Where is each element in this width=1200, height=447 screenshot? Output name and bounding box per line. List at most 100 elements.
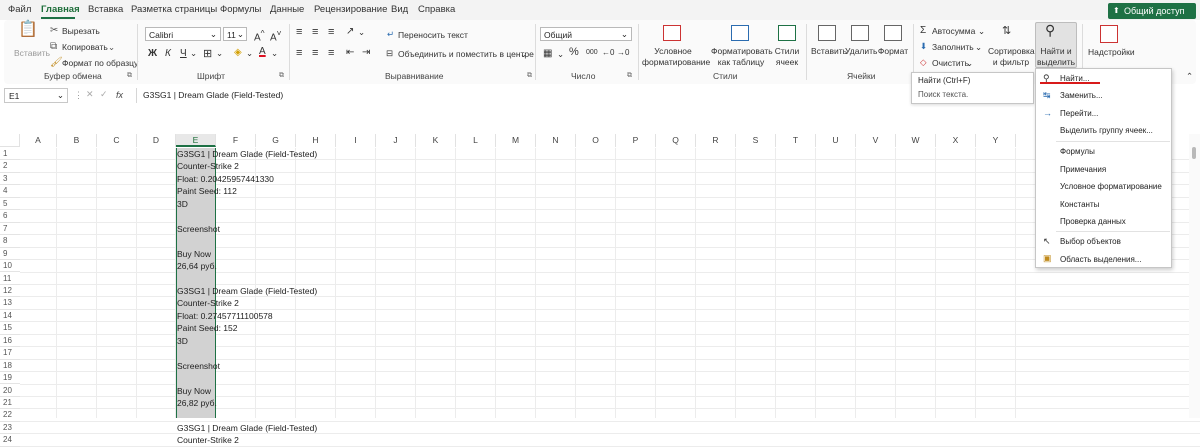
autosum-dropdown-icon[interactable]: ⌄ [978,26,985,37]
cell-e21[interactable]: 26,82 руб. [177,397,217,409]
row-header-11[interactable]: 11 [0,273,20,285]
decrease-indent-icon[interactable]: ⇤ [346,47,354,58]
clear-dropdown-icon[interactable]: ⌄ [966,58,973,69]
row-header-12[interactable]: 12 [0,285,20,298]
format-painter-button[interactable]: Формат по образцу [62,58,138,68]
font-size-select[interactable]: 11 ⌄ [223,27,247,41]
align-left-icon[interactable]: ≡ [296,47,302,59]
column-header-d[interactable]: D [137,134,176,147]
row-header-23[interactable]: 23 [0,422,20,435]
cell-styles-button[interactable]: Стили ячеек [773,46,801,68]
menu-item-cond-format[interactable]: Условное форматирование [1060,182,1162,191]
cell-e12[interactable]: G3SG1 | Dream Glade (Field-Tested) [177,285,317,297]
delete-cells-button[interactable]: Удалить [845,46,877,57]
cell-e9[interactable]: Buy Now [177,248,211,260]
column-header-u[interactable]: U [816,134,856,147]
borders-dropdown-icon[interactable]: ⌄ [216,48,223,59]
thousands-button[interactable]: 000 [586,49,598,56]
share-button[interactable]: ⬆ Общий доступ [1108,3,1196,19]
row-header-2[interactable]: 2 [0,160,20,173]
cell-e20[interactable]: Buy Now [177,385,211,397]
column-header-n[interactable]: N [536,134,576,147]
row-header-7[interactable]: 7 [0,223,20,236]
bold-button[interactable]: Ж [148,48,157,59]
borders-icon[interactable]: ⊞ [203,47,212,60]
column-header-s[interactable]: S [736,134,776,147]
copy-dropdown-icon[interactable]: ⌄ [108,42,115,53]
menu-item-notes[interactable]: Примечания [1060,165,1106,174]
row-header-21[interactable]: 21 [0,397,20,410]
column-header-w[interactable]: W [896,134,936,147]
accounting-format-icon[interactable]: ▦ [543,48,552,59]
orientation-dropdown-icon[interactable]: ⌄ [358,27,365,38]
menu-item-goto[interactable]: Перейти... [1060,109,1098,118]
paste-button[interactable]: Вставить [14,48,50,58]
menu-item-validation[interactable]: Проверка данных [1060,217,1126,226]
cell-e4[interactable]: Paint Seed: 112 [177,185,237,197]
menu-item-selection-pane[interactable]: Область выделения... [1060,255,1141,264]
column-header-e[interactable]: E [176,134,216,147]
column-header-b[interactable]: B [57,134,97,147]
row-header-17[interactable]: 17 [0,347,20,360]
increase-decimal-icon[interactable]: ←0 [602,48,614,57]
menu-item-replace[interactable]: Заменить... [1060,91,1103,100]
row-header-20[interactable]: 20 [0,385,20,397]
insert-function-icon[interactable]: fx [116,90,123,100]
row-header-4[interactable]: 4 [0,185,20,198]
column-header-q[interactable]: Q [656,134,696,147]
number-launcher-icon[interactable]: ⧉ [627,72,632,80]
clipboard-launcher-icon[interactable]: ⧉ [127,72,132,80]
column-header-f[interactable]: F [216,134,256,147]
align-bottom-icon[interactable]: ≡ [328,26,334,38]
shrink-font-button[interactable]: A˅ [270,28,282,43]
cell-e18[interactable]: Screenshot [177,360,220,372]
underline-dropdown-icon[interactable]: ⌄ [190,48,197,59]
font-color-dropdown-icon[interactable]: ⌄ [271,48,278,59]
cell-e7[interactable]: Screenshot [177,223,220,235]
tab-file[interactable]: Файл [8,4,31,15]
align-center-icon[interactable]: ≡ [312,47,318,59]
grow-font-button[interactable]: A^ [254,28,265,43]
wrap-text-button[interactable]: Переносить текст [398,30,468,40]
column-header-x[interactable]: X [936,134,976,147]
select-all-corner[interactable] [0,134,20,147]
row-header-24[interactable]: 24 [0,434,20,447]
row-header-9[interactable]: 9 [0,248,20,260]
column-header-v[interactable]: V [856,134,896,147]
copy-button[interactable]: Копировать [62,42,108,52]
clear-button[interactable]: Очистить [932,58,969,68]
collapse-ribbon-icon[interactable]: ⌃ [1186,71,1193,82]
row-header-6[interactable]: 6 [0,210,20,223]
fill-dropdown-icon[interactable]: ⌄ [975,42,982,53]
number-format-select[interactable]: Общий ⌄ [540,27,632,41]
format-cells-button[interactable]: Формат [877,46,909,57]
cell-e1[interactable]: G3SG1 | Dream Glade (Field-Tested) [177,148,317,160]
vertical-scrollbar[interactable] [1189,134,1200,418]
menu-item-constants[interactable]: Константы [1060,200,1099,209]
merge-dropdown-icon[interactable]: ⌄ [520,49,527,60]
menu-item-select-objects[interactable]: Выбор объектов [1060,237,1121,246]
cancel-icon[interactable]: ✕ [86,89,94,100]
font-name-select[interactable]: Calibri ⌄ [145,27,221,41]
row-header-13[interactable]: 13 [0,297,20,310]
row-header-19[interactable]: 19 [0,372,20,385]
column-header-o[interactable]: O [576,134,616,147]
row-header-5[interactable]: 5 [0,198,20,211]
paste-icon[interactable]: 📋 [18,22,38,44]
conditional-formatting-button[interactable]: Условное форматирование [642,46,710,68]
name-box[interactable]: E1 ⌄ [4,88,68,103]
percent-button[interactable]: % [569,46,579,58]
row-header-18[interactable]: 18 [0,360,20,373]
cut-button[interactable]: Вырезать [62,26,100,36]
align-middle-icon[interactable]: ≡ [312,26,318,38]
row-header-14[interactable]: 14 [0,310,20,323]
autosum-button[interactable]: Автосумма [932,26,975,36]
format-as-table-button[interactable]: Форматировать как таблицу [711,46,773,68]
cell-e2[interactable]: Counter-Strike 2 [177,160,239,172]
cell-e3[interactable]: Float: 0.20425957441330 [177,173,274,185]
fill-button[interactable]: Заполнить [932,42,974,52]
cell-e23[interactable]: G3SG1 | Dream Glade (Field-Tested) [177,422,317,434]
row-header-22[interactable]: 22 [0,409,20,422]
cell-e24[interactable]: Counter-Strike 2 [177,434,239,446]
tab-help[interactable]: Справка [418,4,455,15]
